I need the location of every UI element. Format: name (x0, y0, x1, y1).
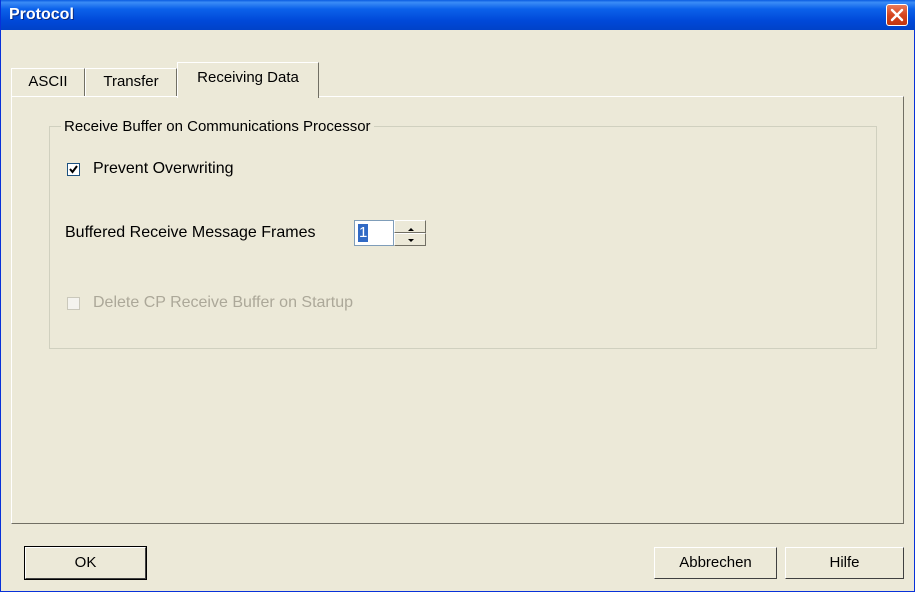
cancel-button-label: Abbrechen (679, 554, 752, 571)
help-button-label: Hilfe (829, 554, 860, 571)
prevent-overwriting-label[interactable]: Prevent Overwriting (93, 160, 234, 178)
arrow-down-icon (408, 239, 414, 242)
tab-ascii[interactable]: ASCII (11, 68, 85, 96)
tab-transfer-label: Transfer (103, 73, 159, 90)
delete-buffer-label: Delete CP Receive Buffer on Startup (93, 294, 353, 311)
checkmark-icon (69, 165, 78, 174)
tab-transfer[interactable]: Transfer (85, 68, 177, 96)
protocol-dialog: Protocol ASCII Transfer Receiving Data R… (0, 0, 915, 592)
delete-buffer-checkbox[interactable] (67, 297, 80, 310)
buffered-frames-input[interactable]: 1 (354, 220, 394, 246)
ok-button-label: OK (74, 554, 97, 571)
close-icon (890, 8, 904, 22)
prevent-overwriting-checkbox[interactable] (67, 163, 80, 176)
title-bar[interactable]: Protocol (1, 0, 915, 30)
tab-ascii-label: ASCII (28, 73, 68, 90)
cancel-button[interactable]: Abbrechen (654, 547, 777, 579)
close-button[interactable] (886, 4, 908, 26)
window-title: Protocol (9, 6, 74, 23)
buffered-frames-value: 1 (358, 224, 369, 242)
group-title: Receive Buffer on Communications Process… (61, 118, 374, 135)
buffered-frames-stepper (394, 220, 426, 246)
spin-up-button[interactable] (394, 220, 426, 233)
tab-receiving-data[interactable]: Receiving Data (177, 62, 319, 98)
help-button[interactable]: Hilfe (785, 547, 904, 579)
spin-down-button[interactable] (394, 233, 426, 246)
buffered-frames-label: Buffered Receive Message Frames (65, 224, 316, 241)
ok-button[interactable]: OK (24, 546, 147, 580)
tab-receiving-data-label: Receiving Data (197, 69, 299, 86)
